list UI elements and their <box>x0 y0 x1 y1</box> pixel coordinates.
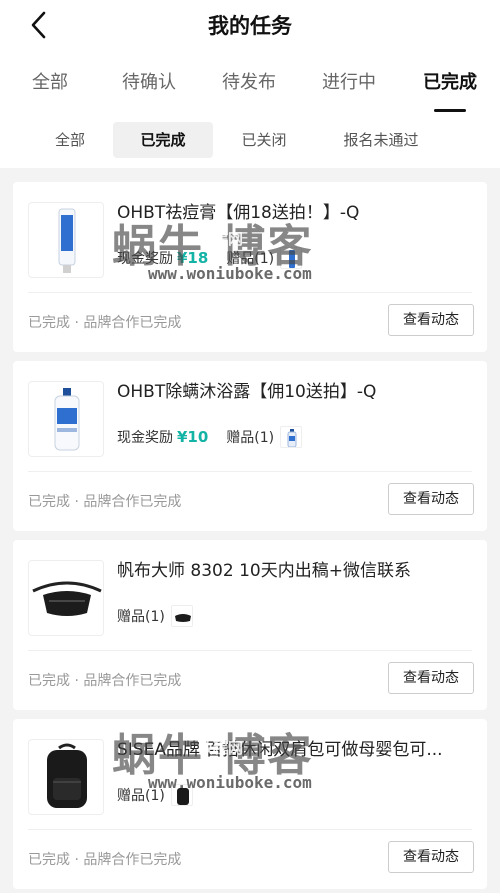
task-card[interactable]: SISEA品牌 百搭休闲双肩包可做母婴包可... 赠品(1) 已完成 · 品牌合… <box>13 719 487 889</box>
task-title[interactable]: 帆布大师 8302 10天内出稿+微信联系 <box>117 556 477 581</box>
status-tabs: 全部 待确认 待发布 进行中 已完成 <box>0 68 500 112</box>
gift-thumbnail <box>280 247 303 269</box>
backpack-icon <box>176 788 189 805</box>
tab-completed[interactable]: 已完成 <box>423 68 477 94</box>
product-thumbnail[interactable] <box>28 739 104 815</box>
reward-row: 赠品(1) <box>117 605 193 629</box>
gift-label: 赠品(1) <box>226 430 275 446</box>
view-updates-button[interactable]: 查看动态 <box>388 662 474 694</box>
cash-reward-value: ¥18 <box>177 249 209 267</box>
divider <box>28 829 472 830</box>
gift-label: 赠品(1) <box>226 251 275 267</box>
view-updates-button[interactable]: 查看动态 <box>388 841 474 873</box>
cash-reward-label: 现金奖励 <box>117 251 173 267</box>
gift-label: 赠品(1) <box>117 788 165 804</box>
task-card[interactable]: OHBT祛痘膏【佣18送拍！】-Q 现金奖励 ¥18 赠品(1) 已完成 · 品牌合… <box>13 182 487 352</box>
tab-all[interactable]: 全部 <box>32 68 68 94</box>
task-status: 已完成 · 品牌合作已完成 <box>28 673 182 689</box>
acne-cream-image <box>58 208 76 273</box>
gift-thumbnail <box>170 784 193 806</box>
gift-label: 赠品(1) <box>117 609 165 625</box>
sub-filter-tabs: 全部 已完成 已关闭 报名未通过 <box>0 122 500 158</box>
view-updates-button[interactable]: 查看动态 <box>388 304 474 336</box>
backpack-image <box>47 743 87 808</box>
task-card[interactable]: 帆布大师 8302 10天内出稿+微信联系 赠品(1) 已完成 · 品牌合作已完… <box>13 540 487 710</box>
subtab-completed[interactable]: 已完成 <box>113 122 213 158</box>
reward-row: 现金奖励 ¥10 赠品(1) <box>117 426 303 450</box>
tab-pending-publish[interactable]: 待发布 <box>222 68 276 94</box>
body-wash-image <box>54 388 80 451</box>
task-title[interactable]: OHBT除螨沐浴露【佣10送拍】-Q <box>117 377 477 402</box>
cash-reward-label: 现金奖励 <box>117 430 173 446</box>
task-card[interactable]: OHBT除螨沐浴露【佣10送拍】-Q 现金奖励 ¥10 赠品(1) 已完成 · 品牌… <box>13 361 487 531</box>
reward-row: 赠品(1) <box>117 784 193 808</box>
gift-thumbnail <box>170 605 193 627</box>
divider <box>28 292 472 293</box>
view-updates-button[interactable]: 查看动态 <box>388 483 474 515</box>
gift-thumbnail <box>280 426 303 448</box>
task-status: 已完成 · 品牌合作已完成 <box>28 494 182 510</box>
bag-icon <box>174 614 191 622</box>
task-status: 已完成 · 品牌合作已完成 <box>28 852 182 868</box>
active-tab-indicator <box>434 109 466 112</box>
product-thumbnail[interactable] <box>28 202 104 278</box>
bottle-icon <box>287 429 297 447</box>
subtab-all[interactable]: 全部 <box>38 122 102 158</box>
task-title[interactable]: SISEA品牌 百搭休闲双肩包可做母婴包可... <box>117 735 477 760</box>
subtab-closed[interactable]: 已关闭 <box>224 122 304 158</box>
task-status: 已完成 · 品牌合作已完成 <box>28 315 182 331</box>
waist-bag-image <box>32 581 102 616</box>
page-title: 我的任务 <box>208 14 292 38</box>
divider <box>28 650 472 651</box>
product-thumbnail[interactable] <box>28 381 104 457</box>
tab-pending-confirm[interactable]: 待确认 <box>122 68 176 94</box>
cash-reward-value: ¥10 <box>177 428 209 446</box>
product-thumbnail[interactable] <box>28 560 104 636</box>
subtab-rejected[interactable]: 报名未通过 <box>326 122 436 158</box>
tab-in-progress[interactable]: 进行中 <box>322 68 376 94</box>
reward-row: 现金奖励 ¥18 赠品(1) <box>117 247 303 271</box>
divider <box>28 471 472 472</box>
tube-icon <box>289 250 296 268</box>
header: 我的任务 全部 待确认 待发布 进行中 已完成 全部 已完成 已关闭 报名未通过 <box>0 0 500 168</box>
task-title[interactable]: OHBT祛痘膏【佣18送拍！】-Q <box>117 198 477 223</box>
